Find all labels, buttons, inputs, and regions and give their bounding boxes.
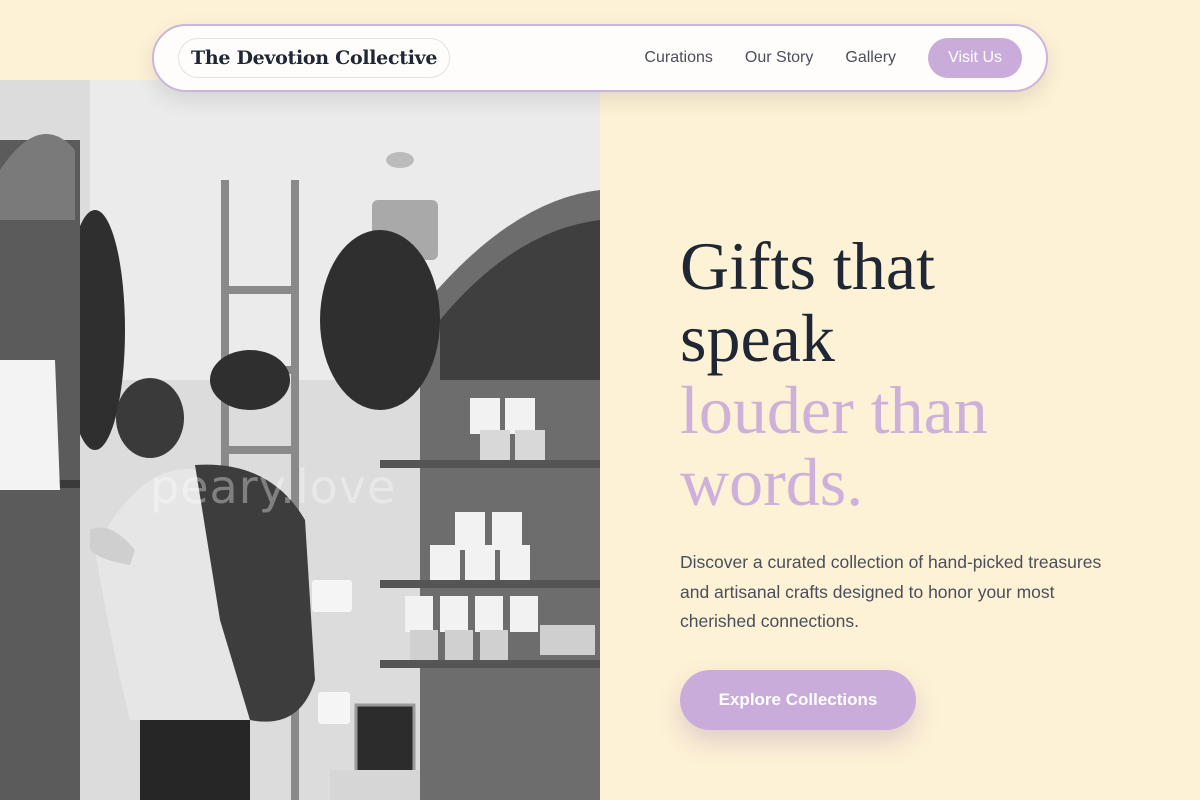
navbar: The Devotion Collective Curations Our St… — [152, 24, 1048, 92]
hero-image: peary.love — [0, 80, 600, 800]
visit-us-button[interactable]: Visit Us — [928, 38, 1022, 78]
nav-link-our-story[interactable]: Our Story — [745, 49, 813, 67]
nav-link-gallery[interactable]: Gallery — [845, 49, 896, 67]
headline-line-1: Gifts that — [680, 228, 935, 304]
headline-accent-line-1: louder than — [680, 372, 988, 448]
hero-description: Discover a curated collection of hand-pi… — [680, 552, 1102, 631]
shop-interior-illustration — [0, 80, 600, 800]
nav-link-curations[interactable]: Curations — [644, 49, 712, 67]
image-watermark: peary.love — [150, 460, 397, 514]
hero-content: Gifts that speak louder than words. Disc… — [680, 230, 1160, 637]
brand-logo[interactable]: The Devotion Collective — [178, 38, 451, 78]
hero-headline: Gifts that speak louder than words. — [680, 230, 1160, 518]
nav-links: Curations Our Story Gallery Visit Us — [644, 38, 1022, 78]
headline-line-2: speak — [680, 300, 835, 376]
headline-accent-line-2: words. — [680, 444, 864, 520]
explore-collections-button[interactable]: Explore Collections — [680, 670, 916, 730]
